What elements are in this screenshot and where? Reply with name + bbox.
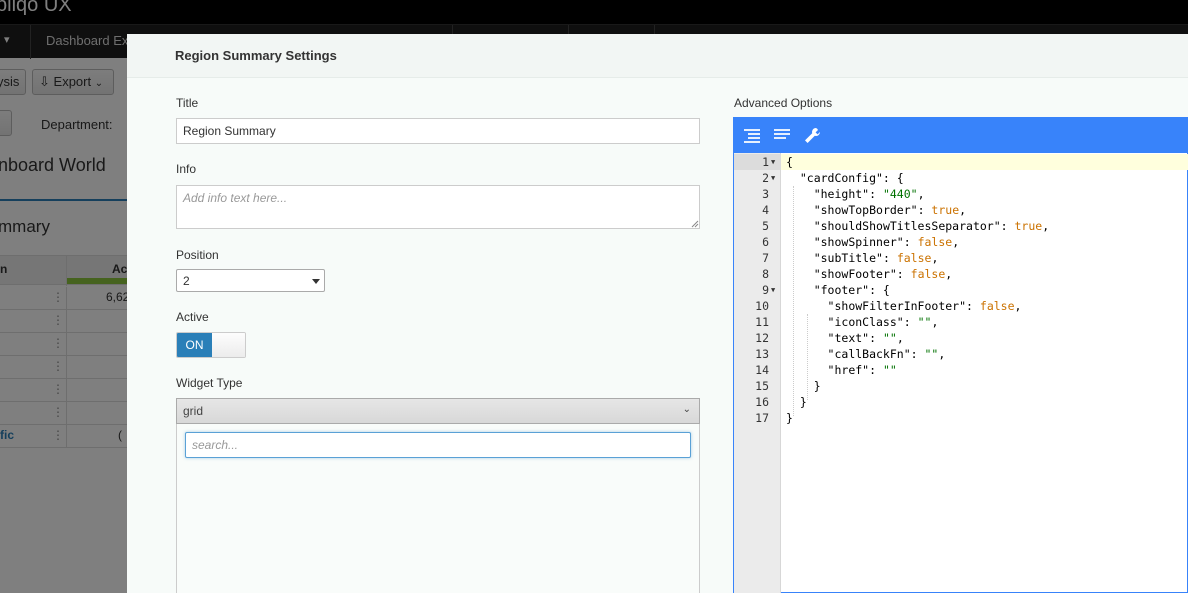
modal-header: Region Summary Settings	[127, 34, 1188, 78]
active-label: Active	[176, 310, 209, 324]
position-label: Position	[176, 248, 219, 262]
compact-icon[interactable]	[770, 124, 794, 148]
code-line[interactable]: 11 "iconClass": "",	[734, 314, 1188, 330]
code-text: "footer": {	[786, 283, 890, 297]
code-line[interactable]: 14 "href": ""	[734, 362, 1188, 378]
code-line[interactable]: 1 ▼ {	[734, 154, 1188, 170]
caret-down-icon	[312, 279, 320, 284]
line-number: 14	[755, 363, 769, 377]
line-number: 3	[762, 187, 769, 201]
widget-type-dropdown-panel	[176, 424, 700, 593]
line-number: 15	[755, 379, 769, 393]
line-number: 8	[762, 267, 769, 281]
code-text: "callBackFn": "",	[827, 347, 946, 361]
line-number: 9	[762, 283, 769, 297]
position-select-value: 2	[183, 274, 190, 288]
info-label: Info	[176, 162, 197, 176]
format-icon[interactable]	[740, 124, 764, 148]
code-line[interactable]: 9 ▼ "footer": {	[734, 282, 1188, 298]
line-number: 1	[762, 155, 769, 169]
code-line[interactable]: 6 "showSpinner": false,	[734, 234, 1188, 250]
code-line[interactable]: 17}	[734, 410, 1188, 426]
code-text: "cardConfig": {	[786, 171, 904, 185]
toggle-on-state: ON	[177, 333, 212, 357]
widget-type-select[interactable]: grid ⌄	[176, 398, 700, 424]
line-number: 12	[755, 331, 769, 345]
code-text: "shouldShowTitlesSeparator": true,	[813, 219, 1050, 233]
code-line[interactable]: 12 "text": "",	[734, 330, 1188, 346]
code-text: "showSpinner": false,	[813, 235, 960, 249]
code-line[interactable]: 4 "showTopBorder": true,	[734, 202, 1188, 218]
code-text: "text": "",	[827, 331, 904, 345]
line-number: 17	[755, 411, 769, 425]
code-line[interactable]: 3 "height": "440",	[734, 186, 1188, 202]
repair-icon[interactable]	[800, 124, 824, 148]
line-number: 4	[762, 203, 769, 217]
title-label: Title	[176, 96, 199, 110]
line-number: 13	[755, 347, 769, 361]
code-line[interactable]: 13 "callBackFn": "",	[734, 346, 1188, 362]
code-text: {	[786, 155, 793, 169]
fold-toggle-icon[interactable]: ▼	[771, 282, 775, 298]
toggle-handle[interactable]	[212, 333, 245, 357]
code-line[interactable]: 10 "showFilterInFooter": false,	[734, 298, 1188, 314]
code-text: "showFilterInFooter": false,	[827, 299, 1022, 313]
code-text: "href": ""	[827, 363, 897, 377]
code-line[interactable]: 15 }	[734, 378, 1188, 394]
advanced-options-label: Advanced Options	[734, 96, 833, 110]
json-editor[interactable]: 1 ▼{2 ▼ "cardConfig": {3 "height": "440", 4…	[733, 117, 1188, 593]
code-text: "height": "440",	[813, 187, 925, 201]
line-number: 7	[762, 251, 769, 265]
code-line[interactable]: 16 }	[734, 394, 1188, 410]
line-number: 11	[755, 315, 769, 329]
line-number: 2	[762, 171, 769, 185]
active-toggle[interactable]: ON	[176, 332, 246, 358]
code-line[interactable]: 7 "subTitle": false,	[734, 250, 1188, 266]
code-text: "iconClass": "",	[827, 315, 939, 329]
line-number: 10	[755, 299, 769, 313]
position-select[interactable]: 2	[176, 269, 325, 292]
widget-type-value: grid	[183, 404, 204, 418]
code-line[interactable]: 5 "shouldShowTitlesSeparator": true,	[734, 218, 1188, 234]
widget-type-label: Widget Type	[176, 376, 243, 390]
code-text: "showFooter": false,	[813, 267, 953, 281]
code-text: "subTitle": false,	[813, 251, 939, 265]
code-text: }	[786, 379, 821, 393]
code-line[interactable]: 8 "showFooter": false,	[734, 266, 1188, 282]
line-number: 5	[762, 219, 769, 233]
modal-title: Region Summary Settings	[175, 48, 337, 63]
resize-grip-icon[interactable]	[689, 218, 699, 228]
chevron-down-icon: ⌄	[682, 404, 691, 415]
code-line[interactable]: 2 ▼ "cardConfig": {	[734, 170, 1188, 186]
line-number: 16	[755, 395, 769, 409]
code-text: }	[786, 395, 807, 409]
json-editor-menu	[734, 118, 1188, 153]
widget-type-search-input[interactable]	[185, 432, 691, 458]
code-text: "showTopBorder": true,	[813, 203, 967, 217]
title-input[interactable]	[176, 118, 700, 144]
code-text: }	[786, 411, 793, 425]
fold-toggle-icon[interactable]: ▼	[771, 154, 775, 170]
line-number: 6	[762, 235, 769, 249]
settings-modal: Region Summary Settings Title Info Posit…	[127, 34, 1188, 593]
info-textarea[interactable]	[176, 185, 700, 229]
fold-toggle-icon[interactable]: ▼	[771, 170, 775, 186]
